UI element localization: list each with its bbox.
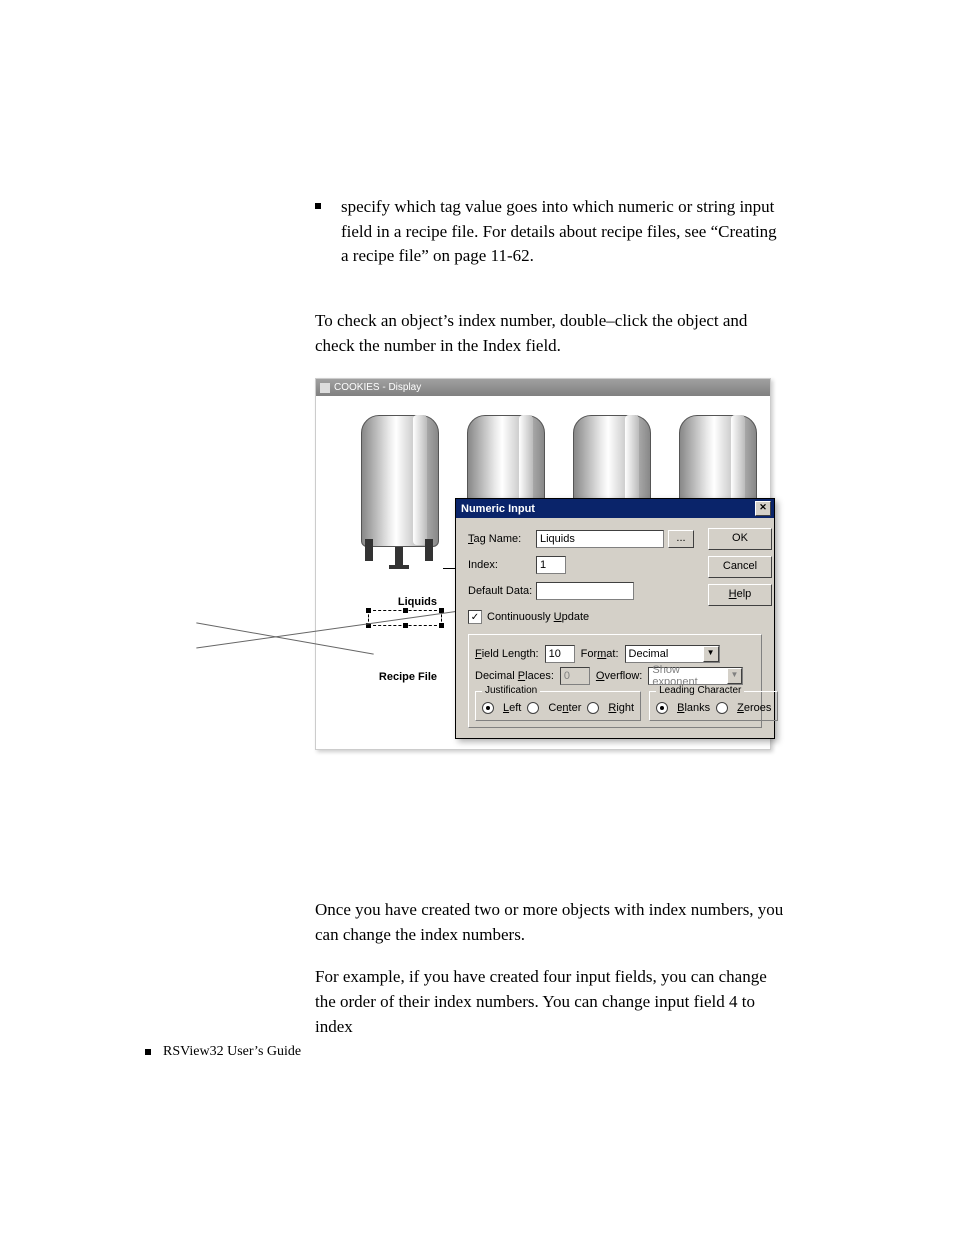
display-window-title: COOKIES - Display <box>334 382 421 393</box>
cancel-button[interactable]: Cancel <box>708 556 772 578</box>
chevron-down-icon: ▼ <box>703 646 719 662</box>
decimal-places-field[interactable]: 0 <box>560 667 590 685</box>
default-data-label: Default Data: <box>468 585 536 597</box>
close-icon[interactable]: ✕ <box>755 501 771 516</box>
tag-name-label: Tag Name: <box>468 533 536 545</box>
footer-bullet-icon <box>145 1049 151 1055</box>
label-recipe-file: Recipe File <box>375 671 437 683</box>
justify-center-label: Center <box>548 702 581 714</box>
justify-left-radio[interactable] <box>482 702 494 714</box>
paragraph-after-figure-2: For example, if you have created four in… <box>315 965 785 1039</box>
index-field[interactable]: 1 <box>536 556 566 574</box>
overflow-dropdown[interactable]: Show exponent ▼ <box>648 667 743 685</box>
leading-blanks-radio[interactable] <box>656 702 668 714</box>
tank-1 <box>361 407 437 592</box>
continuously-update-label: Continuously Update <box>487 611 589 623</box>
leading-character-legend: Leading Character <box>656 685 744 696</box>
justify-right-label: Right <box>608 702 634 714</box>
bullet-icon <box>315 203 321 209</box>
footer-text: RSView32 User’s Guide <box>163 1044 301 1060</box>
display-window-icon <box>320 383 330 393</box>
leading-blanks-label: Blanks <box>677 702 710 714</box>
display-window-titlebar: COOKIES - Display <box>316 379 770 396</box>
tag-name-field[interactable]: Liquids <box>536 530 664 548</box>
leading-character-groupbox: Leading Character Blanks Zeroes <box>649 691 778 721</box>
continuously-update-checkbox[interactable]: ✓ <box>468 610 482 624</box>
chevron-down-icon: ▼ <box>727 668 743 684</box>
leading-zeroes-radio[interactable] <box>716 702 728 714</box>
ok-button[interactable]: OK <box>708 528 772 550</box>
justify-right-radio[interactable] <box>587 702 599 714</box>
leading-zeroes-label: Zeroes <box>737 702 771 714</box>
field-length-label: Field Length: <box>475 648 539 660</box>
bullet-text: specify which tag value goes into which … <box>341 195 785 269</box>
label-liquids: Liquids <box>375 596 437 608</box>
dialog-title: Numeric Input <box>461 503 535 515</box>
paragraph-after-figure-1: Once you have created two or more object… <box>315 898 785 947</box>
format-dropdown[interactable]: Decimal ▼ <box>625 645 720 663</box>
justification-legend: Justification <box>482 685 540 696</box>
footer: RSView32 User’s Guide <box>145 1044 301 1060</box>
overflow-label: Overflow: <box>596 670 642 682</box>
justify-center-radio[interactable] <box>527 702 539 714</box>
dialog-titlebar[interactable]: Numeric Input ✕ <box>456 499 774 518</box>
numeric-input-dialog: Numeric Input ✕ OK Cancel Help Tag Name:… <box>455 498 775 739</box>
default-data-field[interactable] <box>536 582 634 600</box>
index-label: Index: <box>468 559 536 571</box>
paragraph-check-index: To check an object’s index number, doubl… <box>315 309 785 358</box>
format-label: Format: <box>581 648 619 660</box>
help-button[interactable]: Help <box>708 584 772 606</box>
field-length-field[interactable]: 10 <box>545 645 575 663</box>
justify-left-label: Left <box>503 702 521 714</box>
tag-browse-button[interactable]: ... <box>668 530 694 548</box>
justification-groupbox: Justification Left Center Right <box>475 691 641 721</box>
decimal-places-label: Decimal Places: <box>475 670 554 682</box>
format-groupbox: Field Length: 10 Format: Decimal ▼ Decim… <box>468 634 762 728</box>
figure: COOKIES - Display <box>315 378 790 798</box>
